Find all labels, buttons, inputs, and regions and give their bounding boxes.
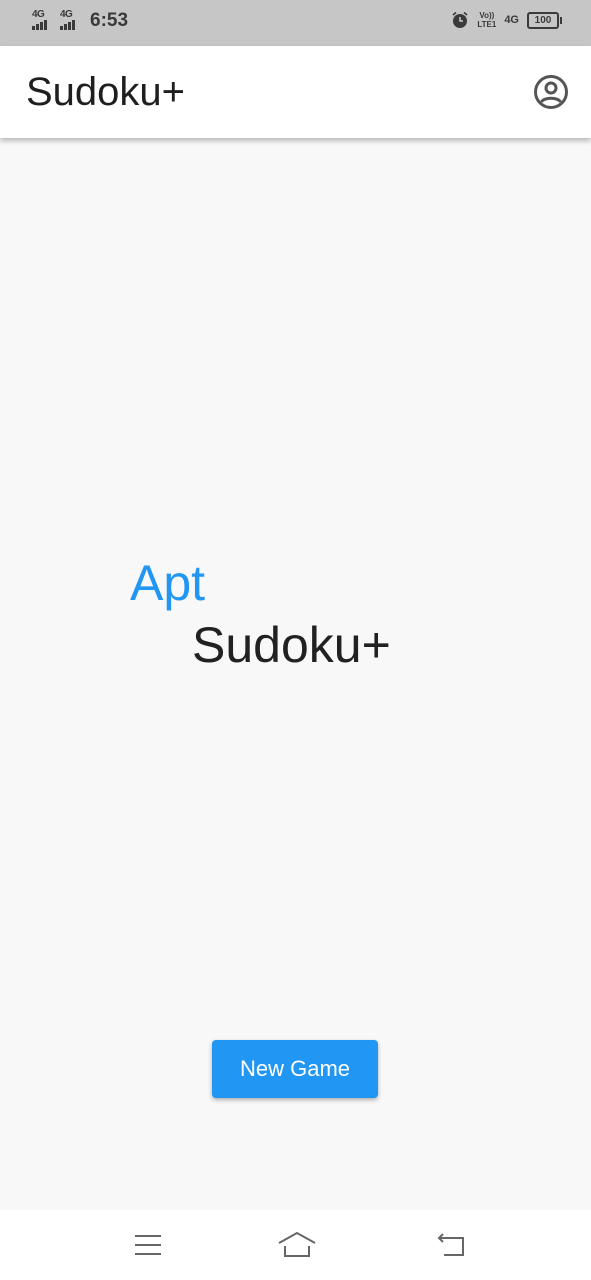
network-type-label: 4G [60,9,73,20]
menu-icon[interactable] [131,1230,165,1260]
status-bar: 4G 4G 6:53 Vo)) LTE1 4G 100 [0,0,591,46]
navigation-bar [0,1210,591,1280]
signal-icon: 4G [60,10,80,32]
logo-sudoku-text: Sudoku+ [192,617,391,673]
battery-icon: 100 [527,11,562,29]
new-game-button[interactable]: New Game [212,1040,378,1098]
status-left: 4G 4G 6:53 [32,10,128,32]
app-bar: Sudoku+ [0,46,591,138]
status-right: Vo)) LTE1 4G 100 [451,11,562,29]
status-time: 6:53 [90,10,129,31]
signal-icon: 4G [32,10,52,32]
home-icon[interactable] [278,1230,316,1260]
logo-apt-text: Apt [130,555,206,611]
account-circle-icon[interactable] [533,74,569,110]
back-icon[interactable] [434,1230,468,1260]
battery-level: 100 [534,14,552,26]
network-type-label: 4G [504,14,519,26]
app-title: Sudoku+ [26,70,186,114]
volte-icon: Vo)) LTE1 [477,11,497,29]
main-content: Apt Sudoku+ New Game [0,138,591,1210]
network-type-label: 4G [32,9,45,20]
alarm-icon [452,11,468,28]
